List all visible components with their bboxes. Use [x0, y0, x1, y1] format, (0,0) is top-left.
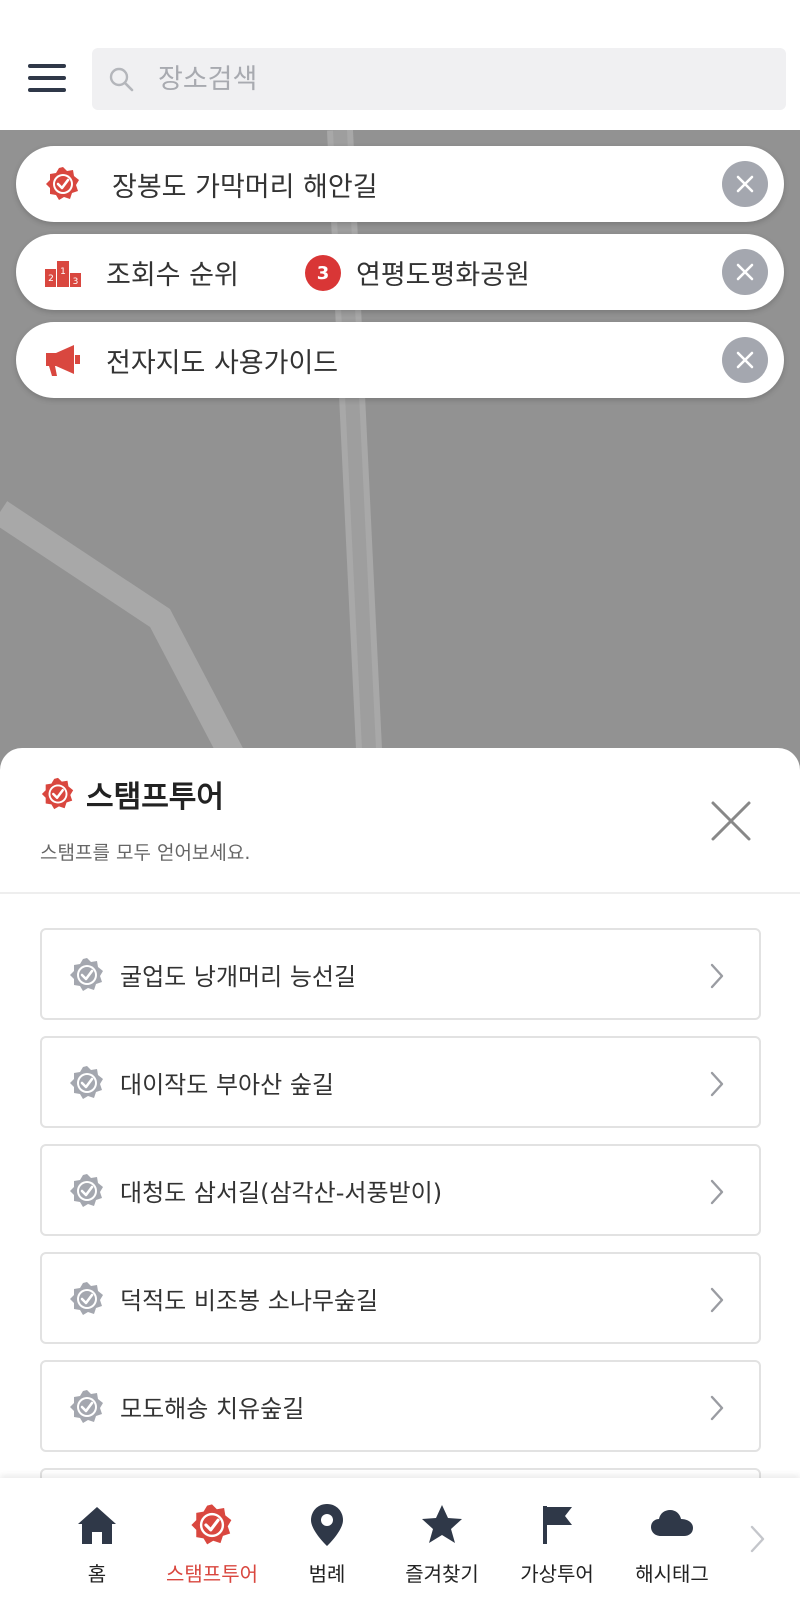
svg-text:1: 1	[60, 267, 66, 277]
nav-virtual-tour[interactable]: 가상투어	[502, 1478, 612, 1598]
nav-home[interactable]: 홈	[42, 1478, 152, 1598]
stamp-icon	[41, 777, 74, 810]
chevron-right-icon	[710, 963, 724, 989]
close-icon	[736, 351, 754, 369]
search-box[interactable]	[92, 48, 786, 110]
pill-label: 조회수 순위	[106, 259, 239, 291]
chevron-right-icon[interactable]	[748, 1524, 766, 1554]
sheet-title: 스탬프투어	[86, 780, 224, 815]
rank-badge: 3	[305, 255, 341, 291]
stamp-icon	[70, 1390, 103, 1423]
list-item-label: 대이작도 부아산 숲길	[120, 1071, 334, 1099]
list-item[interactable]: 덕적도 비조봉 소나무숲길	[40, 1252, 761, 1344]
nav-label: 범례	[308, 1562, 346, 1586]
nav-label: 가상투어	[520, 1562, 594, 1586]
close-pill-button[interactable]	[722, 161, 768, 207]
nav-stamp-tour[interactable]: 스탬프투어	[157, 1478, 267, 1598]
cloud-icon	[651, 1510, 693, 1536]
chevron-right-icon	[710, 1287, 724, 1313]
stamp-icon	[70, 958, 103, 991]
flag-icon	[543, 1506, 572, 1544]
close-icon	[736, 175, 754, 193]
nav-label: 홈	[87, 1562, 107, 1586]
star-icon	[422, 1505, 462, 1543]
list-item-label: 모도해송 치유숲길	[120, 1395, 305, 1423]
map-pin-icon	[311, 1504, 343, 1546]
chevron-right-icon	[710, 1395, 724, 1421]
svg-text:3: 3	[73, 277, 79, 287]
map-view[interactable]	[0, 130, 800, 780]
sheet-header: 스탬프투어 스탬프를 모두 얻어보세요.	[0, 748, 800, 894]
search-icon	[109, 67, 134, 92]
svg-text:2: 2	[48, 274, 54, 284]
stamp-route-pill[interactable]: 장봉도 가막머리 해안길	[16, 146, 784, 222]
pill-label: 장봉도 가막머리 해안길	[112, 171, 378, 203]
close-pill-button[interactable]	[722, 337, 768, 383]
sheet-subtitle: 스탬프를 모두 얻어보세요.	[40, 842, 251, 864]
list-item[interactable]: 대이작도 부아산 숲길	[40, 1036, 761, 1128]
list-item[interactable]: 굴업도 낭개머리 능선길	[40, 928, 761, 1020]
nav-label: 즐겨찾기	[405, 1562, 479, 1586]
list-item[interactable]: 모도해송 치유숲길	[40, 1360, 761, 1452]
chevron-right-icon	[710, 1071, 724, 1097]
search-input[interactable]	[158, 48, 758, 110]
nav-hashtag[interactable]: 해시태그	[617, 1478, 727, 1598]
bottom-nav: 홈 스탬프투어 범례 즐겨찾기 가상투어 해시태그	[0, 1478, 800, 1598]
chevron-right-icon	[710, 1179, 724, 1205]
list-item-label: 굴업도 낭개머리 능선길	[120, 963, 357, 991]
stamp-icon	[70, 1066, 103, 1099]
menu-icon[interactable]	[28, 64, 66, 92]
nav-label: 스탬프투어	[166, 1562, 258, 1586]
close-pill-button[interactable]	[722, 249, 768, 295]
top-bar	[0, 0, 800, 130]
ranking-pill[interactable]: 2 1 3 조회수 순위 3 연평도평화공원	[16, 234, 784, 310]
home-icon	[78, 1507, 116, 1544]
stamp-icon	[70, 1174, 103, 1207]
list-item-label: 대청도 삼서길(삼각산-서풍받이)	[120, 1179, 443, 1207]
stamp-icon	[191, 1504, 232, 1545]
nav-legend[interactable]: 범례	[272, 1478, 382, 1598]
nav-label: 해시태그	[635, 1562, 709, 1586]
stamp-icon	[70, 1282, 103, 1315]
nav-favorites[interactable]: 즐겨찾기	[387, 1478, 497, 1598]
pill-label: 전자지도 사용가이드	[106, 347, 339, 379]
close-icon[interactable]	[710, 800, 752, 842]
stamp-icon	[44, 165, 82, 203]
stamp-tour-sheet: 스탬프투어 스탬프를 모두 얻어보세요. 굴업도 낭개머리 능선길 대이작도 부…	[0, 748, 800, 1598]
list-item-label: 덕적도 비조봉 소나무숲길	[120, 1287, 379, 1315]
list-item[interactable]: 대청도 삼서길(삼각산-서풍받이)	[40, 1144, 761, 1236]
megaphone-icon	[44, 341, 82, 379]
ranking-podium-icon: 2 1 3	[44, 253, 82, 291]
guide-pill[interactable]: 전자지도 사용가이드	[16, 322, 784, 398]
close-icon	[736, 263, 754, 281]
rank-place-label[interactable]: 연평도평화공원	[356, 253, 530, 292]
